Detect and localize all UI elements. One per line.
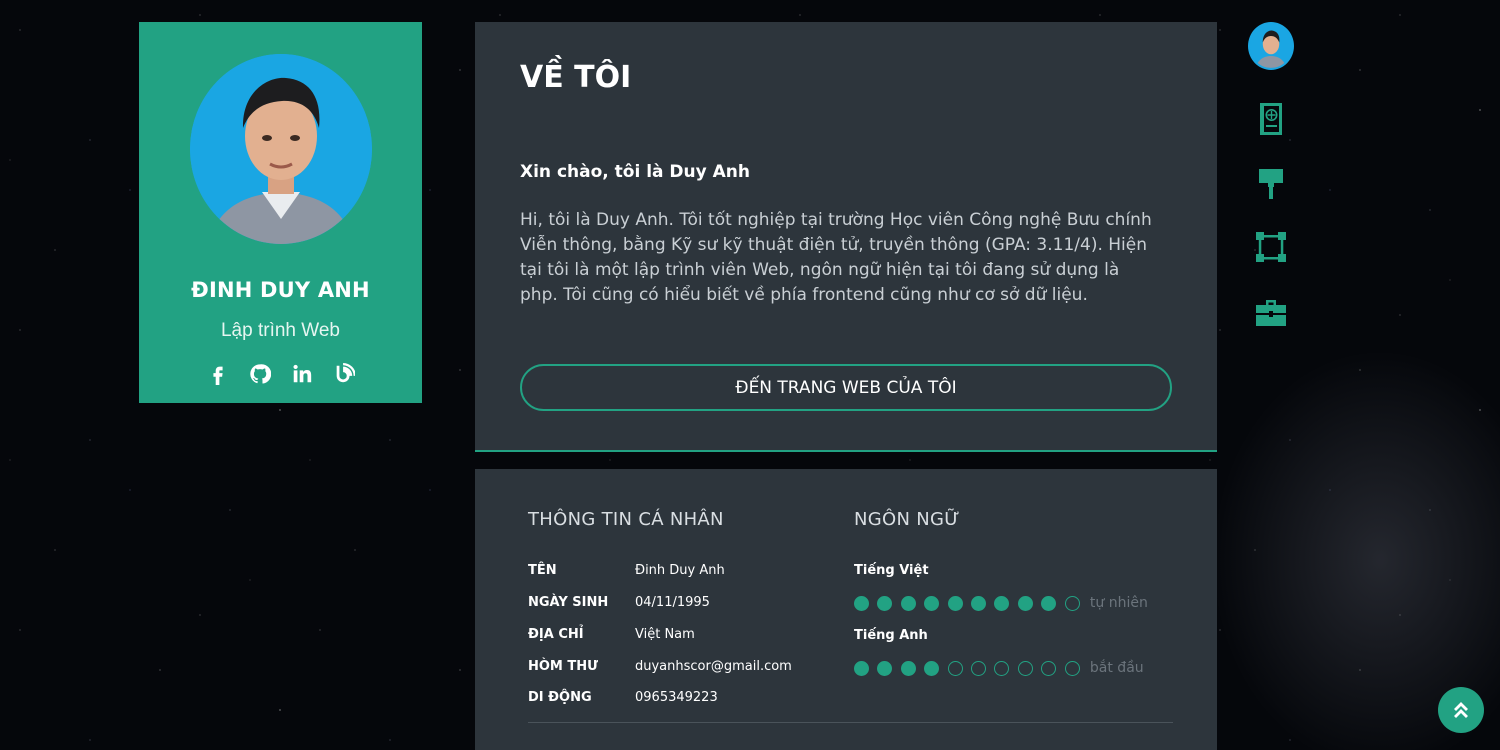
rating-dot-filled: [877, 595, 893, 611]
profile-avatar: [190, 54, 372, 244]
language-level: bắt đầu: [1089, 660, 1144, 676]
nav-avatar[interactable]: [1248, 22, 1294, 70]
linkedin-icon[interactable]: [290, 362, 314, 386]
website-button[interactable]: ĐẾN TRANG WEB CỦA TÔI: [520, 364, 1172, 411]
info-value: duyanhscor@gmail.com: [635, 659, 792, 674]
info-label: ĐỊA CHỈ: [528, 627, 584, 642]
github-icon[interactable]: [248, 362, 272, 386]
rating-dot-filled: [994, 595, 1010, 611]
rating-dot-empty: [947, 660, 963, 676]
personal-info-title: THÔNG TIN CÁ NHÂN: [528, 509, 724, 530]
info-label: NGÀY SINH: [528, 595, 609, 610]
paint-roller-icon[interactable]: [1255, 167, 1287, 201]
rating-dot-empty: [1064, 595, 1080, 611]
info-value: Việt Nam: [635, 627, 695, 642]
language-rating-english: bắt đầu: [854, 660, 1144, 676]
info-panel: THÔNG TIN CÁ NHÂN NGÔN NGỮ TÊN Đinh Duy …: [475, 469, 1217, 750]
rating-dot-empty: [1064, 660, 1080, 676]
rating-dot-filled: [1017, 595, 1033, 611]
info-label: TÊN: [528, 563, 557, 578]
passport-book-icon[interactable]: [1255, 102, 1287, 136]
greeting: Xin chào, tôi là Duy Anh: [520, 162, 751, 182]
info-value: 0965349223: [635, 690, 718, 705]
rating-dot-filled: [900, 595, 916, 611]
info-label: HÒM THƯ: [528, 659, 599, 674]
rating-dot-filled: [854, 595, 869, 611]
social-links: [139, 362, 422, 386]
divider: [528, 722, 1173, 723]
scroll-to-top-button[interactable]: [1438, 687, 1484, 733]
info-label: DI ĐỘNG: [528, 690, 592, 705]
blog-icon[interactable]: [332, 362, 356, 386]
rating-dot-filled: [924, 595, 940, 611]
rating-dot-empty: [1041, 660, 1057, 676]
rating-dot-filled: [1041, 595, 1057, 611]
rating-dot-empty: [970, 660, 986, 676]
vector-square-icon[interactable]: [1255, 230, 1287, 264]
briefcase-icon[interactable]: [1255, 295, 1287, 329]
about-description: Hi, tôi là Duy Anh. Tôi tốt nghiệp tại t…: [520, 210, 1152, 305]
about-panel: VỀ TÔI Xin chào, tôi là Duy Anh Hi, tôi …: [475, 22, 1217, 452]
facebook-icon[interactable]: [206, 362, 230, 386]
rating-dot-filled: [877, 660, 893, 676]
language-rating-vietnamese: tự nhiên: [854, 595, 1148, 611]
rating-dot-filled: [970, 595, 986, 611]
profile-role: Lập trình Web: [220, 320, 340, 341]
info-value: Đinh Duy Anh: [635, 563, 725, 578]
rating-dot-empty: [1017, 660, 1033, 676]
rating-dot-filled: [924, 660, 940, 676]
language-name-vietnamese: Tiếng Việt: [854, 563, 929, 578]
languages-title: NGÔN NGỮ: [854, 509, 961, 530]
rating-dot-filled: [947, 595, 963, 611]
double-chevron-up-icon: [1454, 702, 1468, 718]
language-level: tự nhiên: [1089, 595, 1148, 611]
profile-card: ĐINH DUY ANH Lập trình Web: [139, 22, 422, 403]
about-title: VỀ TÔI: [520, 60, 632, 95]
rating-dot-filled: [900, 660, 916, 676]
info-value: 04/11/1995: [635, 595, 710, 610]
rating-dot-empty: [994, 660, 1010, 676]
language-name-english: Tiếng Anh: [854, 628, 928, 643]
profile-name: ĐINH DUY ANH: [191, 278, 370, 302]
rating-dot-filled: [854, 660, 869, 676]
